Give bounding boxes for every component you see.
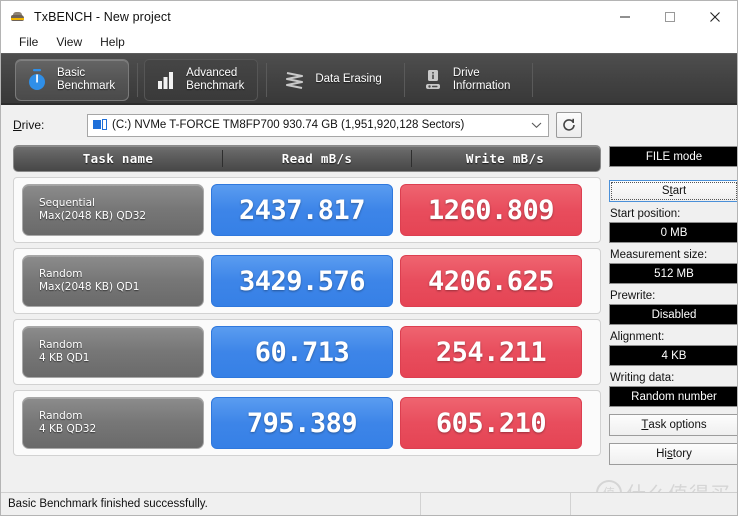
status-message: Basic Benchmark finished successfully. (1, 493, 421, 515)
task-name-cell[interactable]: Random 4 KB QD1 (22, 326, 204, 378)
minimize-icon (619, 16, 630, 17)
maximize-icon (664, 11, 675, 22)
refresh-icon (563, 118, 575, 131)
drive-select[interactable]: (C:) NVMe T-FORCE TM8FP700 930.74 GB (1,… (87, 113, 549, 137)
start-button-accel: t (669, 185, 673, 197)
writing-data-label: Writing data: (610, 372, 675, 384)
read-value: 3429.576 (211, 255, 393, 307)
alignment-value[interactable]: 4 KB (609, 345, 737, 366)
tab-basic-benchmark[interactable]: Basic Benchmark (15, 58, 130, 101)
header-task-name: Task name (82, 151, 154, 166)
prewrite-value[interactable]: Disabled (609, 304, 737, 325)
tab-separator (266, 62, 268, 97)
task-line-1: Sequential (39, 197, 95, 209)
maximize-button[interactable] (647, 1, 692, 32)
status-bar: Basic Benchmark finished successfully. (1, 492, 737, 515)
prewrite-label: Prewrite: (610, 290, 656, 302)
start-button[interactable]: St art (609, 180, 737, 202)
table-row: Random Max(2048 KB) QD1 3429.576 4206.62… (13, 248, 601, 314)
table-row: Sequential Max(2048 KB) QD32 2437.817 12… (13, 177, 601, 243)
drive-select-value: (C:) NVMe T-FORCE TM8FP700 930.74 GB (1,… (112, 119, 465, 131)
tab-drive-information-label: Drive Information (452, 66, 511, 92)
start-position-value[interactable]: 0 MB (609, 222, 737, 243)
tab-advanced-benchmark[interactable]: Advanced Benchmark (144, 58, 259, 101)
measurement-size-value[interactable]: 512 MB (609, 263, 737, 284)
main-content: Task name Read mB/s Write mB/s Sequentia… (1, 145, 737, 481)
task-line-1: Random (39, 410, 83, 422)
task-line-2: 4 KB QD32 (39, 423, 97, 435)
menu-bar: File View Help (1, 32, 737, 53)
drive-selector-row: Drive: (C:) NVMe T-FORCE TM8FP700 930.74… (1, 105, 737, 145)
write-value: 605.210 (400, 397, 582, 449)
measurement-size-label: Measurement size: (610, 249, 708, 261)
bar-chart-icon (155, 68, 177, 92)
tab-separator (403, 62, 405, 97)
tab-data-erasing[interactable]: Data Erasing (273, 59, 395, 101)
tab-separator (137, 62, 139, 97)
read-value: 60.713 (211, 326, 393, 378)
drive-label: Drive: (13, 118, 45, 132)
chevron-down-icon (528, 121, 544, 129)
menu-view[interactable]: View (47, 33, 91, 52)
tab-strip: Basic Benchmark Advanced Benchmark Data … (1, 53, 737, 105)
shred-icon (284, 68, 306, 92)
menu-help[interactable]: Help (91, 33, 134, 52)
stopwatch-icon (26, 68, 48, 92)
writing-data-value[interactable]: Random number (609, 386, 737, 407)
menu-file[interactable]: File (10, 33, 47, 52)
task-options-button[interactable]: Task options (609, 414, 737, 436)
task-line-1: Random (39, 339, 83, 351)
tab-drive-information[interactable]: Drive Information (411, 59, 525, 101)
title-bar: TxBENCH - New project (1, 1, 737, 32)
history-button[interactable]: Hi s tory (609, 443, 737, 465)
status-segment-2 (421, 493, 571, 515)
refresh-button[interactable] (556, 112, 582, 138)
write-value: 4206.625 (400, 255, 582, 307)
close-icon (709, 11, 720, 22)
header-read: Read mB/s (281, 151, 353, 166)
tab-separator (532, 62, 534, 97)
task-name-cell[interactable]: Random 4 KB QD32 (22, 397, 204, 449)
file-mode-button[interactable]: FILE mode (609, 146, 737, 167)
table-row: Random 4 KB QD32 795.389 605.210 (13, 390, 601, 456)
benchmark-table: Task name Read mB/s Write mB/s Sequentia… (13, 145, 601, 481)
alignment-label: Alignment: (610, 331, 665, 343)
drive-info-icon (422, 68, 444, 92)
task-name-cell[interactable]: Random Max(2048 KB) QD1 (22, 255, 204, 307)
task-line-2: Max(2048 KB) QD1 (39, 281, 140, 293)
write-value: 254.211 (400, 326, 582, 378)
task-name-cell[interactable]: Sequential Max(2048 KB) QD32 (22, 184, 204, 236)
drive-icon (93, 119, 107, 131)
tab-basic-benchmark-label: Basic Benchmark (57, 66, 116, 92)
read-value: 2437.817 (211, 184, 393, 236)
app-icon (10, 9, 26, 25)
start-position-label: Start position: (610, 208, 681, 220)
control-sidebar: FILE mode St art Start position: 0 MB Mea… (609, 145, 737, 481)
close-button[interactable] (692, 1, 737, 32)
task-line-2: Max(2048 KB) QD32 (39, 210, 147, 222)
table-row: Random 4 KB QD1 60.713 254.211 (13, 319, 601, 385)
tab-data-erasing-label: Data Erasing (315, 73, 382, 85)
history-accel: s (666, 448, 673, 460)
window-controls (602, 1, 737, 32)
window-title: TxBENCH - New project (34, 9, 171, 24)
tab-advanced-benchmark-label: Advanced Benchmark (186, 66, 245, 92)
status-segment-3 (571, 493, 737, 515)
minimize-button[interactable] (602, 1, 647, 32)
read-value: 795.389 (211, 397, 393, 449)
write-value: 1260.809 (400, 184, 582, 236)
header-write: Write mB/s (465, 151, 545, 166)
task-options-accel: T (641, 419, 649, 431)
txbench-window: TxBENCH - New project File View Help Bas… (0, 0, 738, 516)
benchmark-header-row: Task name Read mB/s Write mB/s (13, 145, 601, 172)
task-line-1: Random (39, 268, 83, 280)
task-line-2: 4 KB QD1 (39, 352, 90, 364)
